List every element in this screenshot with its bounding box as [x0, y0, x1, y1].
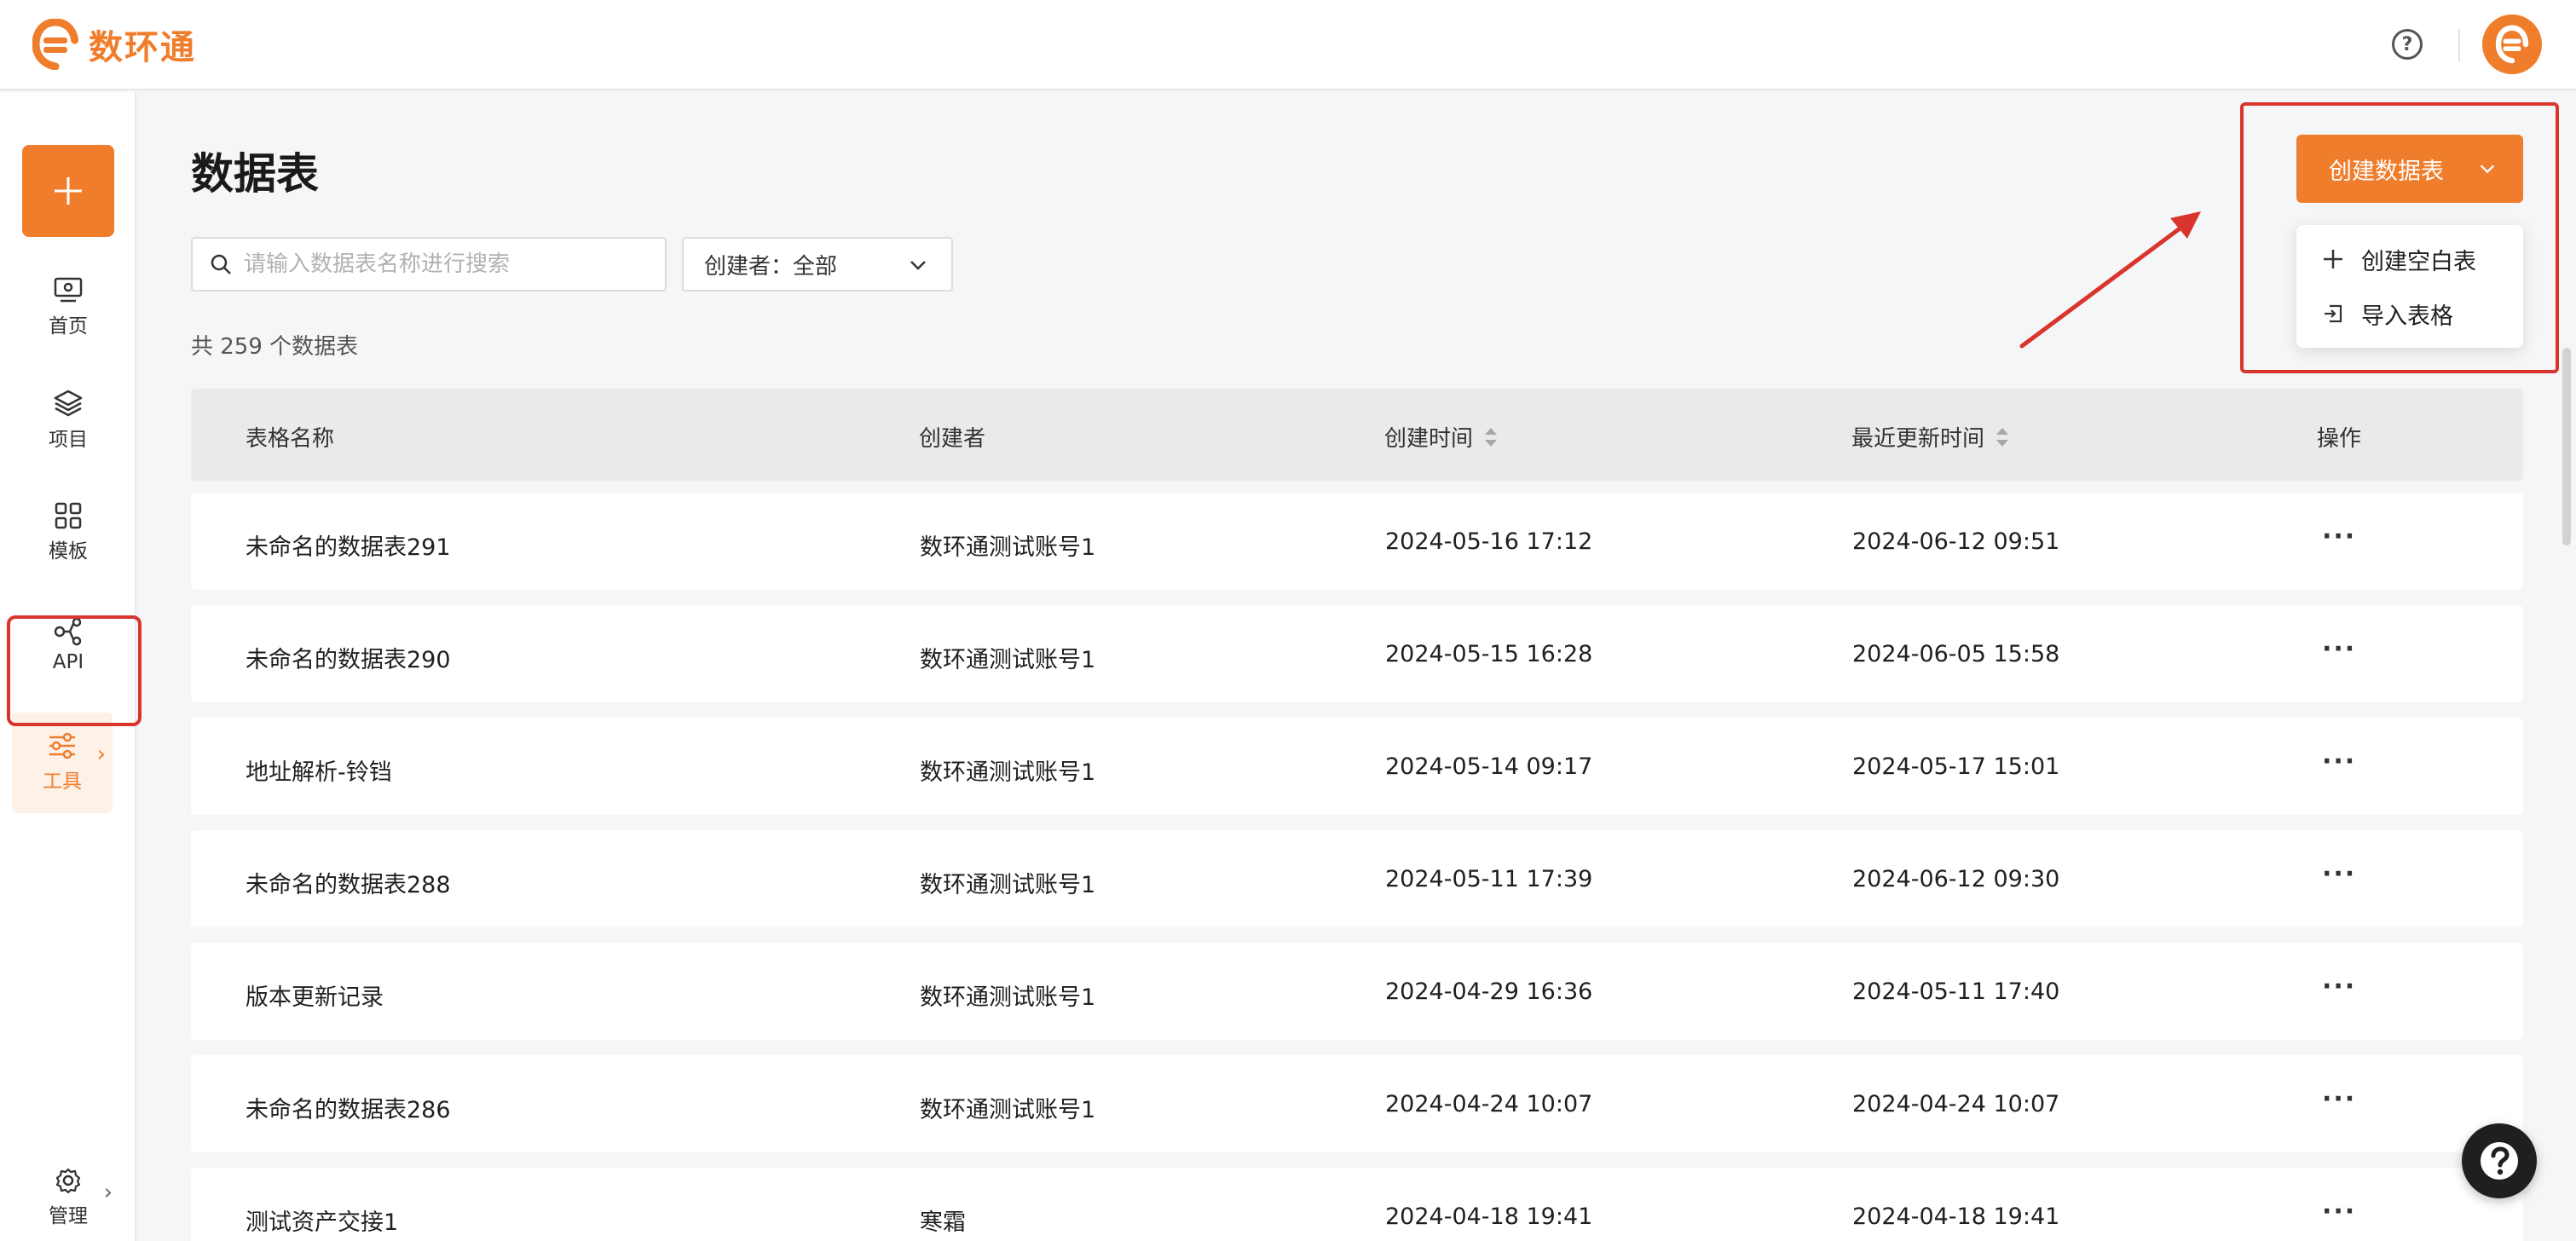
page-title: 数据表 [191, 149, 319, 199]
help-icon[interactable]: ? [2392, 29, 2423, 60]
cell-name[interactable]: 未命名的数据表291 [245, 528, 451, 562]
column-header-label: 表格名称 [245, 426, 335, 452]
cell-created: 2024-05-14 09:17 [1385, 753, 1593, 780]
chevron-right-icon: › [96, 742, 106, 767]
creator-filter-select[interactable]: 创建者：全部 [682, 237, 953, 291]
help-icon [2481, 1142, 2518, 1180]
sidebar-item-label: 工具 [43, 771, 82, 793]
cell-creator: 数环通测试账号1 [920, 647, 1096, 673]
annotation-highlight-create [2240, 102, 2559, 373]
cell-creator: 数环通测试账号1 [920, 534, 1096, 561]
cell-updated: 2024-06-05 15:58 [1852, 641, 2060, 667]
cell-creator: 寒霜 [920, 1209, 966, 1236]
avatar[interactable] [2482, 14, 2542, 74]
top-bar: 数环通 ? [0, 0, 2576, 90]
column-header-label: 创建者 [919, 426, 986, 452]
brand-name: 数环通 [89, 28, 196, 67]
chevron-right-icon: › [103, 1180, 113, 1205]
column-header-created[interactable]: 创建时间 [1384, 421, 1499, 453]
table-row[interactable]: 未命名的数据表286 数环通测试账号1 2024-04-24 10:07 202… [191, 1055, 2523, 1152]
column-header-name: 表格名称 [245, 421, 334, 453]
cell-creator: 数环通测试账号1 [920, 759, 1096, 786]
cell-name[interactable]: 版本更新记录 [245, 978, 384, 1012]
more-icon[interactable]: ··· [2322, 1197, 2356, 1227]
column-header-label: 操作 [2317, 426, 2362, 452]
cell-created: 2024-04-24 10:07 [1385, 1091, 1593, 1117]
cell-creator: 数环通测试账号1 [920, 872, 1096, 898]
more-icon[interactable]: ··· [2322, 859, 2356, 889]
table-row[interactable]: 未命名的数据表290 数环通测试账号1 2024-05-15 16:28 202… [191, 605, 2523, 702]
cell-name[interactable]: 测试资产交接1 [245, 1203, 398, 1237]
annotation-arrow [2019, 211, 2201, 349]
plus-icon [55, 177, 82, 205]
sidebar-item-label: 模板 [49, 540, 88, 563]
sidebar-item-manage[interactable]: 管理 › [0, 1151, 136, 1241]
cell-updated: 2024-04-18 19:41 [1852, 1203, 2060, 1230]
table-row[interactable]: 未命名的数据表291 数环通测试账号1 2024-05-16 17:12 202… [191, 493, 2523, 590]
create-new-button[interactable] [22, 145, 114, 237]
cell-updated: 2024-05-11 17:40 [1852, 978, 2060, 1005]
cell-name[interactable]: 地址解析-铃铛 [245, 753, 392, 787]
total-count: 共 259 个数据表 [191, 334, 359, 360]
more-icon[interactable]: ··· [2322, 634, 2356, 664]
sidebar-item-tools[interactable]: 工具 › [12, 713, 113, 813]
more-icon[interactable]: ··· [2322, 522, 2356, 551]
column-header-updated[interactable]: 最近更新时间 [1851, 421, 2010, 453]
sidebar-item-label: 首页 [49, 315, 88, 338]
cell-updated: 2024-06-12 09:30 [1852, 866, 2060, 892]
more-icon[interactable]: ··· [2322, 972, 2356, 1001]
column-header-label: 最近更新时间 [1851, 426, 1985, 452]
scrollbar[interactable] [2562, 348, 2571, 545]
cell-updated: 2024-05-17 15:01 [1852, 753, 2060, 780]
layers-icon [54, 390, 83, 417]
logo[interactable]: 数环通 [32, 17, 196, 72]
search-box[interactable] [191, 237, 667, 291]
sidebar-item-projects[interactable]: 项目 [0, 373, 136, 467]
table-row[interactable]: 测试资产交接1 寒霜 2024-04-18 19:41 2024-04-18 1… [191, 1168, 2523, 1241]
table-header: 表格名称 创建者 创建时间 最近更新时间 操作 [191, 389, 2523, 481]
cell-created: 2024-05-11 17:39 [1385, 866, 1593, 892]
column-header-label: 创建时间 [1384, 426, 1474, 452]
sort-icon[interactable] [1995, 425, 2010, 449]
cell-creator: 数环通测试账号1 [920, 1097, 1096, 1123]
grid-icon [55, 502, 82, 529]
sidebar-item-templates[interactable]: 模板 [0, 486, 136, 580]
annotation-highlight-tools [7, 615, 142, 726]
table-row[interactable]: 地址解析-铃铛 数环通测试账号1 2024-05-14 09:17 2024-0… [191, 718, 2523, 815]
cell-created: 2024-04-29 16:36 [1385, 978, 1593, 1005]
creator-filter-value: 创建者：全部 [704, 253, 838, 280]
cell-created: 2024-05-16 17:12 [1385, 528, 1593, 555]
search-icon [211, 254, 231, 274]
column-header-actions: 操作 [2317, 421, 2361, 453]
sidebar-item-label: 项目 [49, 429, 88, 451]
cell-creator: 数环通测试账号1 [920, 984, 1096, 1011]
cell-updated: 2024-06-12 09:51 [1852, 528, 2060, 555]
divider [2458, 29, 2460, 61]
home-icon [54, 277, 83, 303]
sidebar-item-label: 管理 [49, 1205, 88, 1227]
cell-name[interactable]: 未命名的数据表286 [245, 1091, 451, 1124]
floating-help-button[interactable] [2462, 1123, 2537, 1198]
cell-updated: 2024-04-24 10:07 [1852, 1091, 2060, 1117]
cell-name[interactable]: 未命名的数据表288 [245, 866, 451, 899]
cell-created: 2024-04-18 19:41 [1385, 1203, 1593, 1230]
column-header-creator: 创建者 [919, 421, 985, 453]
table-row[interactable]: 未命名的数据表288 数环通测试账号1 2024-05-11 17:39 202… [191, 830, 2523, 927]
sort-icon[interactable] [1483, 425, 1499, 449]
table-row[interactable]: 版本更新记录 数环通测试账号1 2024-04-29 16:36 2024-05… [191, 943, 2523, 1040]
search-input[interactable] [244, 251, 653, 277]
more-icon[interactable]: ··· [2322, 1084, 2356, 1114]
cell-created: 2024-05-15 16:28 [1385, 641, 1593, 667]
avatar-icon [2495, 25, 2529, 64]
sidebar-item-home[interactable]: 首页 [0, 261, 136, 355]
logo-icon [32, 19, 78, 70]
gear-icon [55, 1168, 81, 1194]
sliders-icon [49, 732, 75, 759]
more-icon[interactable]: ··· [2322, 747, 2356, 776]
cell-name[interactable]: 未命名的数据表290 [245, 641, 451, 674]
chevron-down-icon [910, 261, 926, 270]
